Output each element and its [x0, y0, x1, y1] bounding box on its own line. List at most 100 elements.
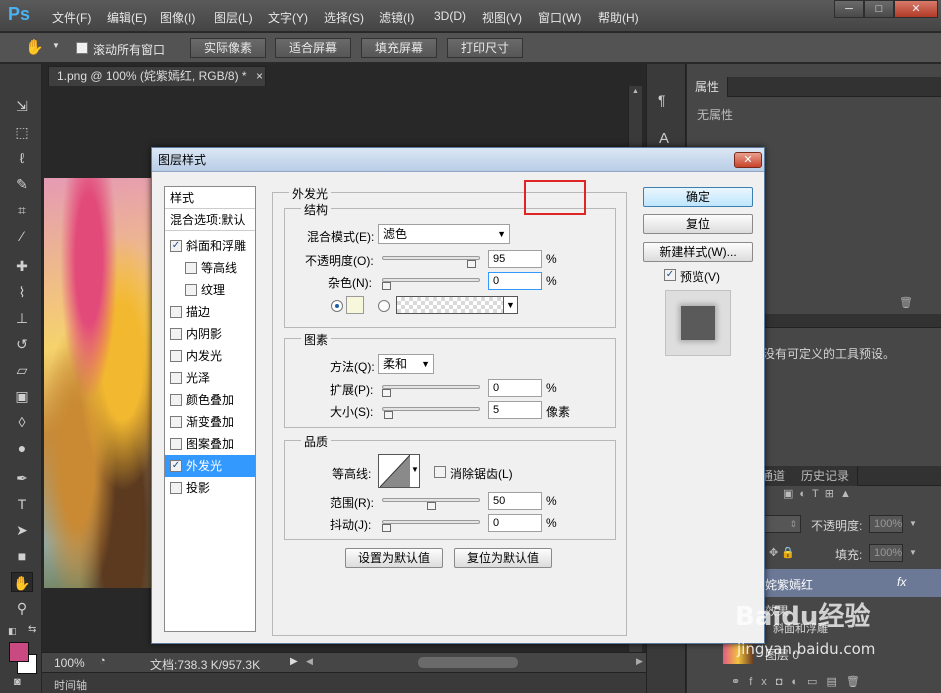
menu-type[interactable]: 文字(Y)	[268, 9, 308, 26]
style-item[interactable]: 等高线	[165, 257, 255, 279]
style-item-checkbox[interactable]: ✓	[170, 460, 182, 472]
jitter-slider-thumb[interactable]	[382, 524, 391, 532]
scroll-up-icon[interactable]: ▲	[632, 88, 639, 95]
layers-bottom-icons[interactable]: ⚭fx◘◐▭▤🗑	[731, 675, 869, 688]
pen-tool-icon[interactable]: ✒	[11, 468, 33, 488]
document-tab[interactable]: 1.png @ 100% (姹紫嫣红, RGB/8) * ×	[48, 66, 266, 86]
menu-view[interactable]: 视图(V)	[482, 9, 522, 26]
healing-brush-icon[interactable]: ✚	[11, 256, 33, 276]
range-input[interactable]: 50	[488, 492, 542, 510]
hscroll-right-icon[interactable]: ▶	[636, 656, 643, 667]
brush-tool-icon[interactable]: ⌇	[11, 282, 33, 302]
style-item-checkbox[interactable]	[170, 350, 182, 362]
spread-slider[interactable]	[382, 385, 480, 389]
menu-3d[interactable]: 3D(D)	[434, 9, 466, 23]
scroll-all-checkbox[interactable]	[76, 42, 88, 54]
delete-icon[interactable]: 🗑	[899, 296, 913, 309]
properties-tab[interactable]: 属性	[687, 77, 729, 97]
range-slider-thumb[interactable]	[426, 502, 436, 510]
gradient-radio[interactable]	[378, 300, 390, 312]
style-item-checkbox[interactable]	[170, 438, 182, 450]
path-select-tool-icon[interactable]: ➤	[11, 520, 33, 540]
lasso-tool-icon[interactable]: ℓ	[11, 148, 33, 168]
gradient-dropdown-icon[interactable]: ▼	[503, 297, 517, 313]
style-item[interactable]: 描边	[165, 301, 255, 323]
dialog-close-button[interactable]: ✕	[734, 152, 762, 168]
actual-pixels-button[interactable]: 实际像素	[190, 38, 266, 58]
hand-tool-active-icon[interactable]: ✋	[11, 572, 33, 592]
style-item-checkbox[interactable]	[170, 482, 182, 494]
hscroll-left-icon[interactable]: ◀	[306, 656, 313, 667]
zoom-level[interactable]: 100%	[54, 656, 85, 670]
move-tool-icon[interactable]: ⇲	[11, 96, 33, 116]
style-item-checkbox[interactable]	[170, 394, 182, 406]
crop-tool-icon[interactable]: ⌗	[11, 200, 33, 220]
timeline-label[interactable]: 时间轴	[54, 677, 87, 693]
minimize-button[interactable]: ─	[834, 0, 864, 18]
jitter-input[interactable]: 0	[488, 514, 542, 532]
menu-edit[interactable]: 编辑(E)	[107, 9, 147, 26]
glow-color-swatch[interactable]	[346, 296, 364, 314]
character-icon[interactable]: A	[659, 130, 669, 147]
shape-tool-icon[interactable]: ■	[11, 546, 33, 566]
stamp-tool-icon[interactable]: ⊥	[11, 308, 33, 328]
tool-preset-dropdown-icon[interactable]: ▼	[52, 41, 60, 50]
style-item-checkbox[interactable]	[170, 328, 182, 340]
style-item-checkbox[interactable]: ✓	[170, 240, 182, 252]
opacity-input[interactable]: 95	[488, 250, 542, 268]
technique-select[interactable]: 柔和 ▼	[378, 354, 434, 374]
noise-slider-thumb[interactable]	[382, 282, 391, 290]
menu-select[interactable]: 选择(S)	[324, 9, 364, 26]
spread-input[interactable]: 0	[488, 379, 542, 397]
paragraph-icon[interactable]: ¶	[658, 92, 666, 108]
close-window-button[interactable]: ✕	[894, 0, 938, 18]
marquee-tool-icon[interactable]: ⬚	[11, 122, 33, 142]
style-item[interactable]: 渐变叠加	[165, 411, 255, 433]
contour-picker[interactable]: ▼	[378, 454, 420, 488]
history-tab[interactable]: 历史记录	[793, 466, 859, 486]
horizontal-scroll-thumb[interactable]	[418, 657, 518, 668]
style-item[interactable]: 内阴影	[165, 323, 255, 345]
dodge-tool-icon[interactable]: ●	[11, 438, 33, 458]
style-item[interactable]: 内发光	[165, 345, 255, 367]
blending-options-item[interactable]: 混合选项:默认	[165, 209, 255, 231]
solid-color-radio[interactable]	[331, 300, 343, 312]
style-item[interactable]: 纹理	[165, 279, 255, 301]
maximize-button[interactable]: □	[864, 0, 894, 18]
layers-fill-field[interactable]: 100%	[869, 544, 903, 562]
layer-filter-icons[interactable]: ▣◐T⊞▲	[783, 487, 857, 500]
print-size-button[interactable]: 打印尺寸	[447, 38, 523, 58]
style-item[interactable]: 投影	[165, 477, 255, 499]
style-item[interactable]: 光泽	[165, 367, 255, 389]
ok-button[interactable]: 确定	[643, 187, 753, 207]
jitter-slider[interactable]	[382, 520, 480, 524]
style-item[interactable]: 图案叠加	[165, 433, 255, 455]
lock-icons[interactable]: ✥ 🔒	[769, 546, 795, 559]
make-default-button[interactable]: 设置为默认值	[345, 548, 443, 568]
menu-filter[interactable]: 滤镜(I)	[379, 9, 414, 26]
layer-fx-icon[interactable]: fx	[897, 575, 906, 589]
type-tool-icon[interactable]: T	[11, 494, 33, 514]
noise-input[interactable]: 0	[488, 272, 542, 290]
eyedropper-tool-icon[interactable]: ⁄	[11, 226, 33, 246]
status-icon[interactable]: ◔	[99, 655, 106, 667]
hand-tool-icon[interactable]: ✋	[25, 38, 44, 56]
foreground-color-swatch[interactable]	[9, 642, 29, 662]
blend-mode-dropdown[interactable]: ⇕	[763, 515, 801, 533]
menu-file[interactable]: 文件(F)	[52, 9, 91, 26]
style-item-checkbox[interactable]	[170, 416, 182, 428]
blend-mode-select[interactable]: 滤色 ▼	[378, 224, 510, 244]
status-menu-arrow-icon[interactable]: ▶	[290, 656, 298, 667]
antialias-checkbox[interactable]	[434, 466, 446, 478]
reset-button[interactable]: 复位	[643, 214, 753, 234]
menu-window[interactable]: 窗口(W)	[538, 9, 581, 26]
fill-screen-button[interactable]: 填充屏幕	[361, 38, 437, 58]
styles-header[interactable]: 样式	[165, 187, 255, 209]
menu-layer[interactable]: 图层(L)	[214, 9, 253, 26]
style-item-checkbox[interactable]	[170, 372, 182, 384]
style-item-checkbox[interactable]	[170, 306, 182, 318]
opacity-slider-thumb[interactable]	[466, 260, 476, 268]
fit-screen-button[interactable]: 适合屏幕	[275, 38, 351, 58]
preview-checkbox[interactable]: ✓	[664, 269, 676, 281]
quick-select-tool-icon[interactable]: ✎	[11, 174, 33, 194]
